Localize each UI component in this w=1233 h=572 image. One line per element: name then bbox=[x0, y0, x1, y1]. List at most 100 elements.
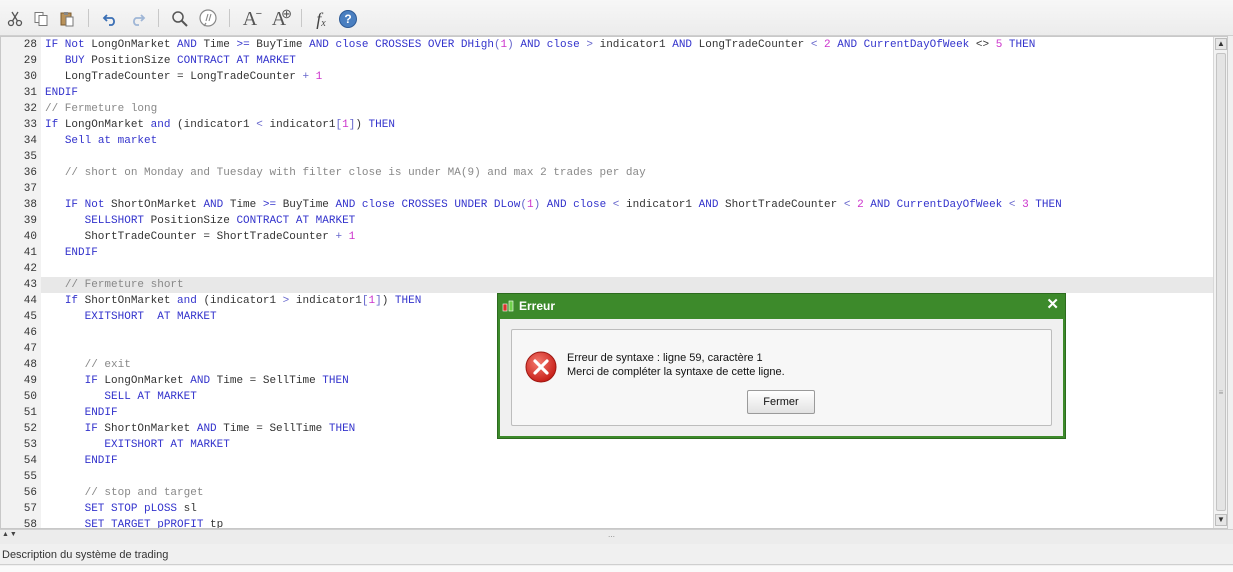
code-token: 1 bbox=[342, 119, 349, 131]
code-token: BUY bbox=[64, 55, 92, 67]
code-line[interactable]: 54 ENDIF bbox=[1, 453, 1213, 469]
copy-icon[interactable] bbox=[31, 7, 51, 31]
code-text: SET TARGET pPROFIT tp bbox=[45, 517, 224, 529]
line-number: 42 bbox=[1, 261, 41, 277]
description-area[interactable] bbox=[0, 566, 1233, 572]
code-token: THEN bbox=[368, 119, 395, 131]
code-token: and bbox=[177, 295, 204, 307]
code-line[interactable]: 57 SET STOP pLOSS sl bbox=[1, 501, 1213, 517]
code-text: ENDIF bbox=[45, 453, 118, 469]
code-line[interactable]: 30 LongTradeCounter = LongTradeCounter +… bbox=[1, 69, 1213, 85]
scroll-up-button[interactable]: ▲ bbox=[1215, 38, 1227, 50]
line-number: 29 bbox=[1, 53, 41, 69]
code-line[interactable]: 40 ShortTradeCounter = ShortTradeCounter… bbox=[1, 229, 1213, 245]
search-icon[interactable] bbox=[170, 7, 190, 31]
code-token: LongOnMarket bbox=[91, 39, 178, 51]
code-text: IF ShortOnMarket AND Time = SellTime THE… bbox=[45, 421, 356, 437]
code-token: ShortOnMarket bbox=[111, 199, 204, 211]
line-number: 56 bbox=[1, 485, 41, 501]
line-number: 55 bbox=[1, 469, 41, 485]
line-number: 28 bbox=[1, 37, 41, 53]
line-number: 57 bbox=[1, 501, 41, 517]
code-line[interactable]: 41 ENDIF bbox=[1, 245, 1213, 261]
scroll-grip-icon: ≡ bbox=[1218, 388, 1224, 397]
code-line[interactable]: 31 ENDIF bbox=[1, 85, 1213, 101]
code-text: // short on Monday and Tuesday with filt… bbox=[45, 165, 646, 181]
code-line[interactable]: 58 SET TARGET pPROFIT tp bbox=[1, 517, 1213, 529]
code-token: ) bbox=[507, 39, 514, 51]
redo-icon[interactable] bbox=[128, 7, 148, 31]
code-token: PositionSize bbox=[150, 215, 237, 227]
code-token: AND close CROSSES UNDER DLow bbox=[335, 199, 521, 211]
code-token: BuyTime bbox=[256, 39, 310, 51]
code-line[interactable]: 38 IF Not ShortOnMarket AND Time >= BuyT… bbox=[1, 197, 1213, 213]
code-token: SET TARGET pPROFIT bbox=[84, 519, 211, 529]
close-button[interactable]: Fermer bbox=[747, 390, 815, 414]
code-line[interactable]: 42 bbox=[1, 261, 1213, 277]
code-token: and bbox=[150, 119, 178, 131]
code-line[interactable]: 43 // Fermeture short bbox=[1, 277, 1213, 293]
function-icon[interactable]: fx bbox=[311, 7, 331, 31]
code-token: [ bbox=[361, 295, 369, 307]
code-line[interactable]: 33 If LongOnMarket and (indicator1 < indi… bbox=[1, 117, 1213, 133]
code-token: SELL AT MARKET bbox=[104, 391, 197, 403]
paste-icon[interactable] bbox=[57, 7, 77, 31]
decrease-font-icon[interactable]: A − bbox=[238, 7, 262, 31]
code-line[interactable]: 32 // Fermeture long bbox=[1, 101, 1213, 117]
code-text: EXITSHORT AT MARKET bbox=[45, 309, 217, 325]
code-token: Sell at market bbox=[64, 135, 158, 147]
line-number: 54 bbox=[1, 453, 41, 469]
splitter-grip-icon[interactable]: ⋯ bbox=[608, 533, 615, 541]
code-token: 5 bbox=[995, 39, 1009, 51]
help-icon[interactable]: ? bbox=[338, 7, 358, 31]
code-line[interactable]: 39 SELLSHORT PositionSize CONTRACT AT MA… bbox=[1, 213, 1213, 229]
dialog-titlebar[interactable]: Erreur ✕ bbox=[498, 294, 1065, 318]
code-line[interactable]: 53 EXITSHORT AT MARKET bbox=[1, 437, 1213, 453]
code-token: ShortTradeCounter bbox=[725, 199, 844, 211]
vertical-scrollbar[interactable]: ▲ ≡ ▼ bbox=[1213, 37, 1227, 528]
code-token: IF bbox=[84, 375, 105, 387]
code-line[interactable]: 37 bbox=[1, 181, 1213, 197]
code-token: 2 bbox=[824, 39, 838, 51]
undo-icon[interactable] bbox=[100, 7, 120, 31]
splitter-arrows-icon[interactable]: ▲▼ bbox=[2, 531, 18, 538]
code-editor[interactable]: 28 IF Not LongOnMarket AND Time >= BuyTim… bbox=[0, 36, 1228, 529]
comment-icon[interactable] bbox=[197, 7, 219, 31]
dialog-body: Erreur de syntaxe : ligne 59, caractère … bbox=[500, 319, 1063, 436]
toolbar-separator bbox=[158, 9, 159, 27]
line-number: 50 bbox=[1, 389, 41, 405]
code-token: // short on Monday and Tuesday with filt… bbox=[64, 167, 646, 179]
code-line[interactable]: 29 BUY PositionSize CONTRACT AT MARKET bbox=[1, 53, 1213, 69]
close-icon[interactable]: ✕ bbox=[1046, 297, 1059, 313]
code-token: Time = SellTime bbox=[216, 375, 323, 387]
scroll-thumb[interactable]: ≡ bbox=[1216, 53, 1226, 511]
code-token: ( bbox=[493, 39, 501, 51]
panel-splitter[interactable]: ▲▼ ⋯ bbox=[0, 529, 1233, 544]
code-line[interactable]: 36 // short on Monday and Tuesday with f… bbox=[1, 165, 1213, 181]
code-token: AND bbox=[196, 423, 224, 435]
increase-font-icon[interactable]: A ⊕ bbox=[266, 6, 292, 31]
code-text: Sell at market bbox=[45, 133, 157, 149]
code-line[interactable]: 28 IF Not LongOnMarket AND Time >= BuyTim… bbox=[1, 37, 1213, 53]
code-line[interactable]: 55 bbox=[1, 469, 1213, 485]
code-line[interactable]: 34 Sell at market bbox=[1, 133, 1213, 149]
line-number: 40 bbox=[1, 229, 41, 245]
scroll-down-button[interactable]: ▼ bbox=[1215, 514, 1227, 526]
function-sub-label: x bbox=[321, 17, 326, 29]
line-number: 32 bbox=[1, 101, 41, 117]
code-token: SELLSHORT bbox=[84, 215, 151, 227]
code-text: // Fermeture short bbox=[45, 277, 184, 293]
code-token: Time = SellTime bbox=[223, 423, 329, 435]
code-line[interactable]: 56 // stop and target bbox=[1, 485, 1213, 501]
code-line[interactable]: 35 bbox=[1, 149, 1213, 165]
code-token: sl bbox=[183, 503, 197, 515]
cut-icon[interactable] bbox=[5, 7, 25, 31]
code-token: (indicator1 bbox=[203, 295, 283, 307]
